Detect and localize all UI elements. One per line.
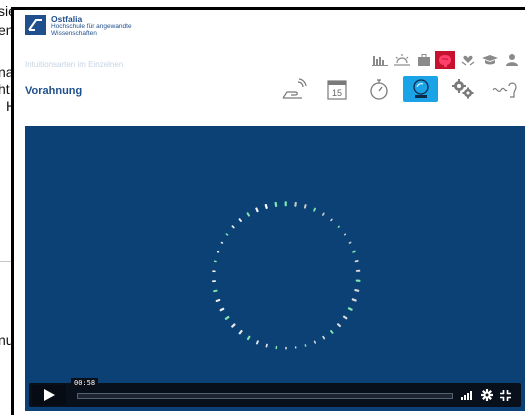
spinner-dot <box>347 307 353 311</box>
spinner-dot <box>352 250 356 253</box>
ostfalia-logo-icon[interactable] <box>25 15 46 35</box>
spinner-dot <box>337 225 340 228</box>
spinner-dot <box>225 233 229 236</box>
bg-text-fragment: ht <box>0 81 10 97</box>
spinner-dot <box>336 323 342 328</box>
chart-icon[interactable] <box>369 51 391 69</box>
calendar-icon[interactable]: 15 <box>319 76 354 102</box>
spinner-dot <box>264 203 268 209</box>
volume-bars-icon[interactable] <box>461 388 477 402</box>
spinner-dot <box>255 207 259 213</box>
graduation-cap-icon[interactable] <box>479 51 501 69</box>
fullscreen-icon[interactable] <box>500 388 511 402</box>
spinner-dot <box>231 323 236 328</box>
loading-spinner <box>211 201 361 350</box>
person-icon[interactable] <box>501 51 523 69</box>
brain-icon[interactable] <box>435 51 455 69</box>
spinner-dot <box>313 207 316 212</box>
video-player[interactable]: 00:58 <box>25 126 525 411</box>
gears-icon[interactable] <box>445 76 480 102</box>
settings-gear-icon[interactable] <box>481 388 493 402</box>
logo-subtitle: Hochschule für angewandte Wissenschaften <box>51 23 132 37</box>
spinner-dot <box>212 270 216 273</box>
spinner-dot <box>313 340 316 344</box>
spinner-dot <box>343 233 347 236</box>
stopwatch-icon[interactable] <box>361 76 396 102</box>
spinner-dot <box>219 307 225 312</box>
topic-icon-toolbar: 15 <box>277 76 525 102</box>
play-button[interactable] <box>32 385 66 405</box>
spinner-dot <box>216 250 220 253</box>
spinner-dot <box>231 225 235 229</box>
modal-dialog: Ostfalia Hochschule für angewandte Wisse… <box>11 7 525 415</box>
spinner-dot <box>246 335 251 341</box>
briefcase-icon[interactable] <box>413 51 435 69</box>
spinner-dot <box>294 201 297 207</box>
spinner-dot <box>330 329 334 334</box>
spinner-dot <box>322 212 325 216</box>
spinner-dot <box>285 346 287 350</box>
spinner-dot <box>330 218 333 222</box>
calendar-day-label: 15 <box>331 88 341 98</box>
spinner-dot <box>348 241 352 244</box>
spinner-dot <box>211 280 216 283</box>
spinner-dot <box>220 241 224 244</box>
player-control-bar: 00:58 <box>29 378 521 407</box>
spinner-dot <box>351 298 357 302</box>
spinner-dot <box>275 345 278 350</box>
page-title: Vorahnung <box>25 85 83 97</box>
hand-signal-icon[interactable] <box>277 76 312 102</box>
spinner-dot <box>255 340 259 345</box>
time-tooltip: 00:58 <box>71 378 99 388</box>
spinner-dot <box>284 201 287 207</box>
play-icon <box>44 389 55 401</box>
heart-hands-icon[interactable] <box>457 51 479 69</box>
spinner-dot <box>224 315 230 320</box>
spinner-dot <box>355 279 361 282</box>
crystal-ball-icon[interactable] <box>403 76 438 102</box>
spinner-dot <box>303 204 307 209</box>
spinner-dot <box>213 260 217 263</box>
spinner-dot <box>342 315 348 320</box>
spinner-dot <box>274 201 278 207</box>
spinner-dot <box>354 289 360 292</box>
sunrise-icon[interactable] <box>391 51 413 69</box>
wave-brain-icon[interactable] <box>487 76 522 102</box>
modal-content: Ostfalia Hochschule für angewandte Wisse… <box>14 10 525 415</box>
top-icon-nav <box>369 51 523 69</box>
spinner-dot <box>354 259 359 263</box>
spinner-dot <box>304 344 307 347</box>
spinner-dot <box>238 329 243 335</box>
spinner-dot <box>215 298 221 302</box>
spinner-dot <box>213 289 218 293</box>
spinner-dot <box>294 346 297 349</box>
section-label: Intuitionsarten im Einzelnen <box>25 60 124 69</box>
progress-bar[interactable] <box>77 393 453 399</box>
spinner-dot <box>238 218 242 222</box>
spinner-dot <box>246 212 250 217</box>
spinner-dot <box>322 335 326 340</box>
spinner-dot <box>265 343 268 348</box>
spinner-dot <box>355 269 361 272</box>
